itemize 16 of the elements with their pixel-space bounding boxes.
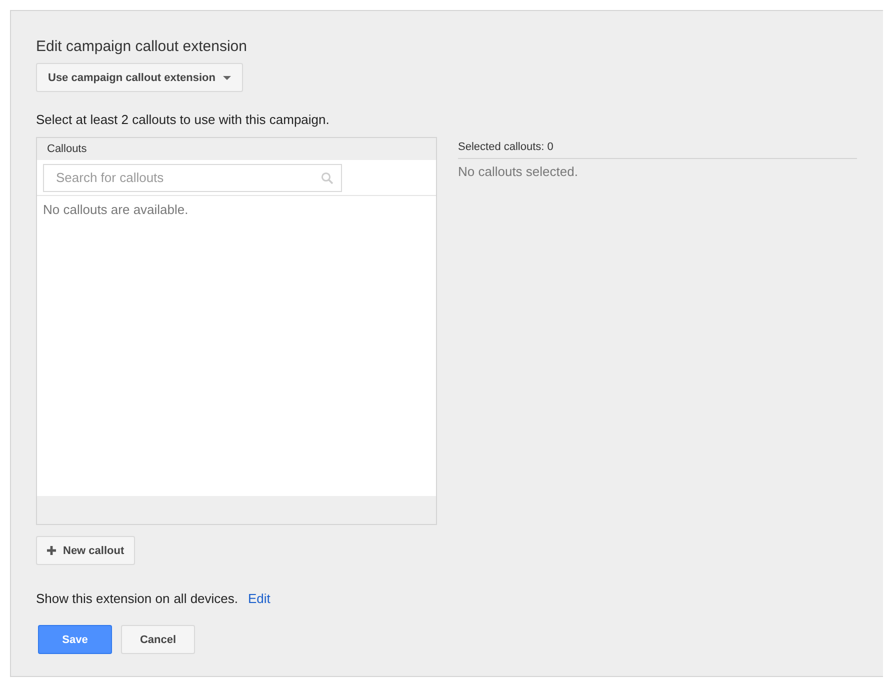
selected-callouts-header: Selected callouts: 0	[458, 137, 857, 159]
no-selection-text: No callouts selected.	[458, 164, 578, 179]
search-icon	[321, 172, 333, 184]
edit-link[interactable]: Edit	[248, 591, 270, 606]
empty-callouts-text: No callouts are available.	[43, 202, 188, 217]
mode-dropdown[interactable]: Use campaign callout extension	[36, 63, 242, 92]
instruction-text: Select at least 2 callouts to use with this campaign.	[36, 112, 330, 127]
devices-text: Show this extension on	[36, 591, 170, 606]
callouts-header: Callouts	[47, 143, 87, 155]
cancel-button[interactable]: Cancel	[121, 625, 195, 654]
caret-icon	[222, 76, 230, 80]
new-callout-button[interactable]: New callout	[36, 536, 136, 565]
dialog-title: Edit campaign callout extension	[36, 38, 248, 55]
devices-value: all devices.	[174, 591, 238, 606]
plus-icon	[47, 546, 56, 555]
search-field[interactable]: Search for callouts	[43, 164, 342, 192]
